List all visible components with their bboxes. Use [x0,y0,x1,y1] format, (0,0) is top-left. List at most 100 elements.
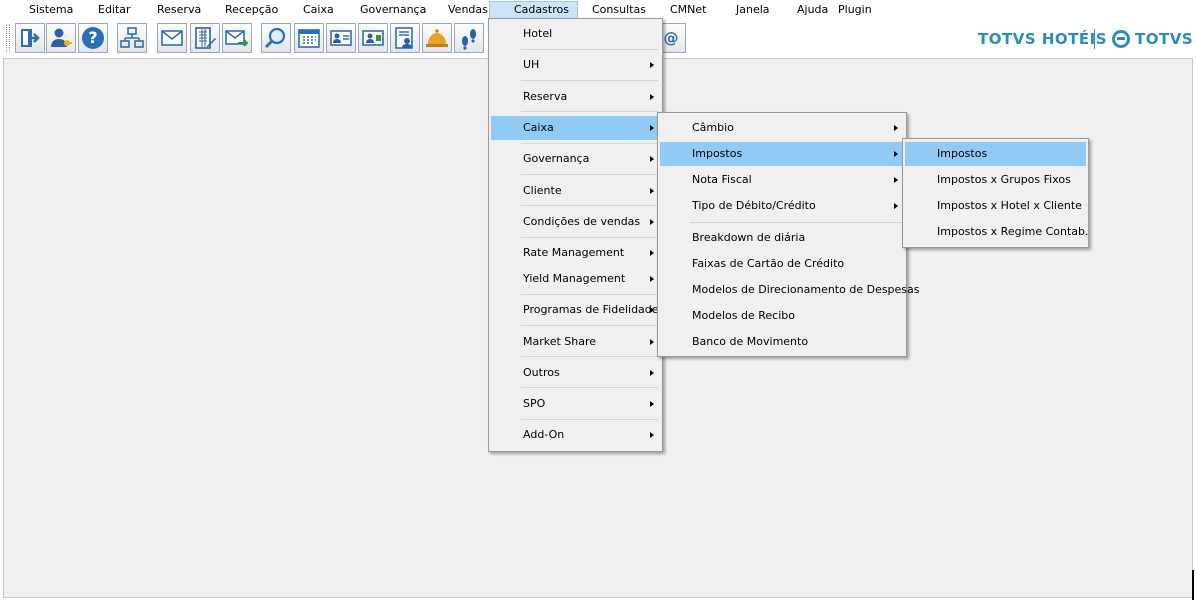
submenu-arrow-icon [650,276,654,282]
calendar-button[interactable] [294,23,324,53]
menu-separator [521,80,658,81]
submenu-arrow-icon [894,177,898,183]
menuitem-cliente[interactable]: Cliente [491,179,660,203]
menu-separator [521,325,658,326]
menuitem-spo[interactable]: SPO [491,392,660,416]
menu-sistema[interactable]: Sistema [29,3,73,17]
menuitem-governanca[interactable]: Governança [491,147,660,171]
footsteps-button[interactable] [454,23,484,53]
menuitem-label: Modelos de Recibo [692,309,795,322]
impostos-submenu: Impostos Impostos x Grupos Fixos Imposto… [902,138,1089,248]
menuitem-yield-management[interactable]: Yield Management [491,267,660,291]
exit-button[interactable] [15,23,45,53]
menuitem-nota-fiscal[interactable]: Nota Fiscal [660,168,904,192]
menu-separator [521,143,658,144]
menu-janela[interactable]: Janela [736,3,770,17]
menuitem-add-on[interactable]: Add-On [491,423,660,447]
menu-consultas[interactable]: Consultas [592,3,646,17]
menu-vendas[interactable]: Vendas [448,3,488,17]
exit-icon [21,29,40,47]
help-button[interactable]: ? [78,23,108,53]
menuitem-rate-management[interactable]: Rate Management [491,241,660,265]
menu-ajuda[interactable]: Ajuda [797,3,828,17]
totvs-logo-icon [1112,30,1130,48]
menu-editar[interactable]: Editar [98,3,131,17]
menuitem-label: Reserva [523,90,568,103]
submenu-arrow-icon [650,307,654,313]
service-bell-button[interactable] [422,23,452,53]
menuitem-label: Impostos x Grupos Fixos [937,173,1071,186]
search-button[interactable] [261,23,291,53]
menuitem-label: UH [523,58,540,71]
menuitem-impostos-grupos-fixos[interactable]: Impostos x Grupos Fixos [905,168,1086,192]
menuitem-label: Tipo de Débito/Crédito [692,199,816,212]
org-chart-button[interactable] [117,23,147,53]
footsteps-icon [462,29,476,50]
menuitem-modelos-de-direcionamento-de-despesas[interactable]: Modelos de Direcionamento de Despesas [660,278,920,302]
menuitem-outros[interactable]: Outros [491,361,660,385]
menuitem-impostos-regime-contab[interactable]: Impostos x Regime Contab. [905,220,1089,244]
menu-separator [521,419,658,420]
guest-list-button[interactable] [390,23,420,53]
menu-separator [521,356,658,357]
menu-cadastros[interactable]: Cadastros [489,1,578,19]
menuitem-label: Nota Fiscal [692,173,752,186]
menu-governanca[interactable]: Governança [360,3,426,17]
brand-separator [1094,29,1095,49]
service-bell-icon [426,29,448,47]
menu-cadastros-label: Cadastros [514,3,569,16]
menuitem-impostos-hotel-cliente[interactable]: Impostos x Hotel x Cliente [905,194,1086,218]
guest-card-2-icon [362,30,384,46]
submenu-arrow-icon [650,401,654,407]
menuitem-uh[interactable]: UH [491,53,660,77]
menu-separator [521,174,658,175]
menu-separator [521,294,658,295]
menu-separator [521,387,658,388]
menuitem-tipo-de-debito-credito[interactable]: Tipo de Débito/Crédito [660,194,904,218]
submenu-arrow-icon [650,156,654,162]
help-icon: ? [82,27,104,49]
calendar-icon [298,29,320,48]
menuitem-banco-de-movimento[interactable]: Banco de Movimento [660,330,904,354]
menu-separator [521,49,658,50]
menuitem-cambio[interactable]: Câmbio [660,116,904,140]
brand-totvs: TOTVS [1135,30,1194,48]
guest-card-button[interactable] [326,23,356,53]
menu-separator [521,205,658,206]
menuitem-impostos-cadastro[interactable]: Impostos [905,142,1086,166]
menuitem-modelos-de-recibo[interactable]: Modelos de Recibo [660,304,904,328]
menuitem-label: Cliente [523,184,562,197]
menuitem-breakdown-de-diaria[interactable]: Breakdown de diária [660,226,904,250]
user-key-button[interactable] [46,23,76,53]
submenu-arrow-icon [650,370,654,376]
submenu-arrow-icon [650,339,654,345]
menu-recepcao[interactable]: Recepção [225,3,278,17]
mail-forward-button[interactable] [222,23,252,53]
menuitem-hotel[interactable]: Hotel [491,22,660,46]
menuitem-impostos[interactable]: Impostos [660,142,904,166]
menuitem-market-share[interactable]: Market Share [491,330,660,354]
cadastros-menu: Hotel UH Reserva Caixa Governança Client… [488,18,663,452]
menuitem-condicoes-de-vendas[interactable]: Condições de vendas [491,210,660,234]
guest-card-2-button[interactable] [358,23,388,53]
svg-text:?: ? [88,28,97,47]
menuitem-label: Governança [523,152,590,165]
at-contact-icon: @ [663,29,679,47]
menu-reserva[interactable]: Reserva [157,3,201,17]
guest-list-icon [395,27,413,49]
menuitem-label: Breakdown de diária [692,231,806,244]
menuitem-label: Impostos [937,147,988,160]
menuitem-label: Outros [523,366,560,379]
menuitem-faixas-de-cartao-de-credito[interactable]: Faixas de Cartão de Crédito [660,252,904,276]
mail-button[interactable] [157,23,187,53]
register-edit-button[interactable] [190,23,220,53]
toolbar-grip[interactable] [6,24,10,52]
menuitem-programas-de-fidelidade[interactable]: Programas de Fidelidade [491,298,660,322]
menuitem-caixa[interactable]: Caixa [491,116,660,140]
menu-cmnet[interactable]: CMNet [670,3,706,17]
menuitem-reserva[interactable]: Reserva [491,85,660,109]
org-chart-icon [120,27,144,48]
menu-caixa[interactable]: Caixa [303,3,334,17]
menu-plugin[interactable]: Plugin [838,3,872,17]
menuitem-label: Faixas de Cartão de Crédito [692,257,845,270]
